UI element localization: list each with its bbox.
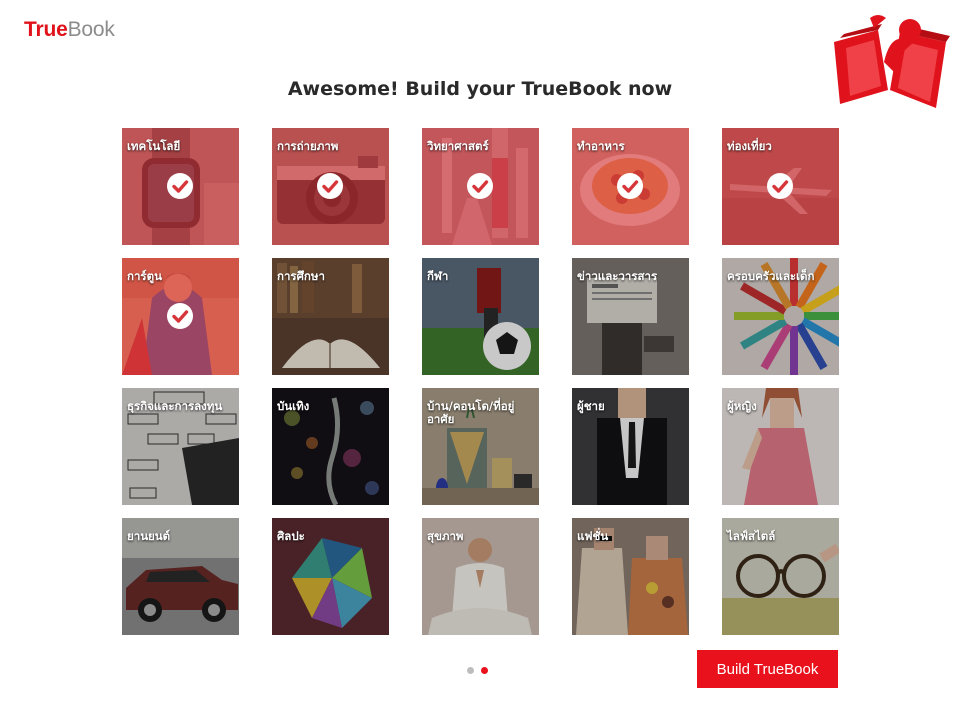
category-label: การศึกษา [277, 269, 325, 283]
page-dot-2[interactable] [481, 667, 488, 674]
category-label: ธุรกิจและการลงทุน [127, 399, 223, 413]
category-tile[interactable]: ยานยนต์ [122, 518, 239, 635]
category-tile[interactable]: วิทยาศาสตร์ [422, 128, 539, 245]
checkmark-icon [167, 173, 193, 199]
category-tile[interactable]: ธุรกิจและการลงทุน [122, 388, 239, 505]
category-label: ผู้หญิง [727, 399, 757, 413]
category-label: แฟชั่น [577, 529, 609, 543]
category-label: บ้าน/คอนโด/ที่อยู่อาศัย [427, 399, 515, 426]
truebook-logo-icon [834, 15, 950, 108]
category-label: บันเทิง [277, 399, 310, 413]
category-tile[interactable]: ข่าวและวารสาร [572, 258, 689, 375]
category-tile[interactable]: สุขภาพ [422, 518, 539, 635]
brand-part-true: True [24, 18, 68, 41]
category-label: วิทยาศาสตร์ [427, 139, 489, 153]
category-tile[interactable]: ไลฟ์สไตล์ [722, 518, 839, 635]
category-tile[interactable]: บันเทิง [272, 388, 389, 505]
category-label: การ์ตูน [127, 269, 162, 283]
category-tile[interactable]: แฟชั่น [572, 518, 689, 635]
brand-part-book: Book [67, 18, 115, 41]
category-tile[interactable]: บ้าน/คอนโด/ที่อยู่อาศัย [422, 388, 539, 505]
category-tile[interactable]: ท่องเที่ยว [722, 128, 839, 245]
checkmark-icon [767, 173, 793, 199]
category-tile[interactable]: ครอบครัวและเด็ก [722, 258, 839, 375]
category-label: ยานยนต์ [127, 529, 171, 543]
checkmark-icon [167, 303, 193, 329]
category-label: ครอบครัวและเด็ก [727, 269, 815, 283]
category-label: ไลฟ์สไตล์ [727, 529, 776, 543]
category-label: ศิลปะ [277, 529, 305, 543]
category-tile[interactable]: เทคโนโลยี [122, 128, 239, 245]
checkmark-icon [467, 173, 493, 199]
category-label: ท่องเที่ยว [727, 139, 772, 153]
page-dot-1[interactable] [467, 667, 474, 674]
page-title: Awesome! Build your TrueBook now [287, 78, 673, 100]
category-label: การถ่ายภาพ [277, 139, 339, 153]
category-label: ผู้ชาย [577, 399, 605, 413]
checkmark-icon [317, 173, 343, 199]
category-tile[interactable]: การศึกษา [272, 258, 389, 375]
category-tile[interactable]: ผู้ชาย [572, 388, 689, 505]
category-tile[interactable]: การ์ตูน [122, 258, 239, 375]
category-label: ทำอาหาร [577, 139, 625, 153]
category-tile[interactable]: ทำอาหาร [572, 128, 689, 245]
category-tile[interactable]: ศิลปะ [272, 518, 389, 635]
category-tile[interactable]: การถ่ายภาพ [272, 128, 389, 245]
category-label: ข่าวและวารสาร [577, 269, 658, 283]
category-label: กีฬา [427, 269, 449, 283]
checkmark-icon [617, 173, 643, 199]
truebook-wordmark: TrueBook [24, 18, 115, 42]
category-label: เทคโนโลยี [127, 139, 181, 153]
category-tile[interactable]: กีฬา [422, 258, 539, 375]
build-truebook-button[interactable]: Build TrueBook [697, 650, 838, 688]
category-tile[interactable]: ผู้หญิง [722, 388, 839, 505]
category-label: สุขภาพ [427, 529, 464, 543]
